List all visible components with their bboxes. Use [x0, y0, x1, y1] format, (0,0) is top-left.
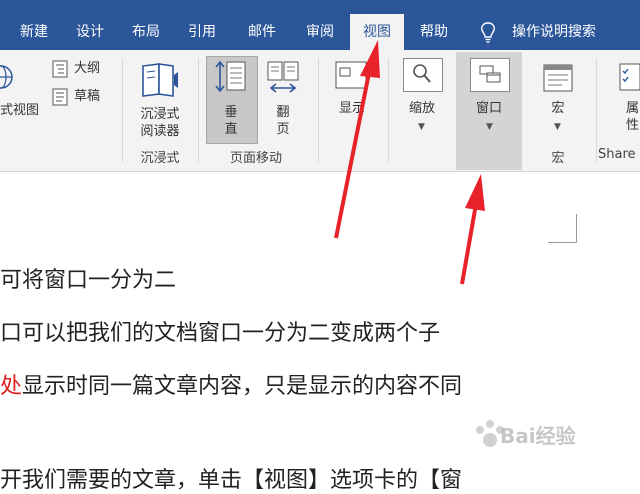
ribbon-tab-bar: 新建 设计 布局 引用 邮件 审阅 视图 帮助 操作说明搜索	[0, 0, 640, 50]
outline-button[interactable]: 大纲	[74, 60, 100, 77]
macro-icon	[543, 64, 573, 92]
tell-me-search[interactable]: 操作说明搜索	[512, 0, 596, 50]
window-icon	[479, 65, 501, 83]
immersive-reader-label-2: 阅读器	[140, 124, 180, 139]
group-separator	[596, 58, 597, 162]
immersive-reader-button[interactable]: 沉浸式 阅读器	[130, 106, 190, 140]
group-separator	[122, 58, 123, 162]
tab-design[interactable]: 设计	[66, 0, 114, 50]
draft-icon	[52, 88, 68, 106]
doc-line-2: 口可以把我们的文档窗口一分为二变成两个子	[0, 321, 441, 346]
vertical-label-2: 直	[224, 122, 238, 137]
group-label-share: Share	[598, 147, 636, 162]
tab-review[interactable]: 审阅	[296, 0, 344, 50]
properties-label-1: 属	[626, 101, 640, 116]
group-separator	[318, 58, 319, 162]
show-button[interactable]: 显示	[330, 100, 374, 117]
page-margin-corner	[548, 214, 577, 243]
outline-icon	[52, 60, 68, 78]
macro-dropdown-caret: ▼	[554, 122, 561, 132]
flip-button[interactable]: 翻 页	[260, 104, 306, 138]
group-separator	[388, 58, 389, 162]
vertical-scroll-icon	[215, 60, 246, 93]
flip-label-1: 翻	[276, 105, 290, 120]
group-label-page-move: 页面移动	[229, 151, 282, 166]
properties-label-2: 性	[626, 118, 640, 133]
properties-icon	[619, 63, 640, 91]
web-layout-button[interactable]: 式视图	[0, 102, 46, 119]
draft-button[interactable]: 草稿	[74, 88, 100, 105]
macro-button[interactable]: 宏	[536, 100, 580, 117]
group-label-immersive: 沉浸式	[140, 151, 180, 166]
watermark-text: Bai经验	[500, 424, 576, 448]
flip-label-2: 页	[276, 122, 290, 137]
immersive-reader-label-1: 沉浸式	[140, 107, 180, 122]
tab-references[interactable]: 引用	[178, 0, 226, 50]
properties-button[interactable]: 属 性	[626, 100, 640, 134]
web-layout-icon	[0, 65, 13, 89]
immersive-reader-icon	[142, 63, 178, 97]
tab-new[interactable]: 新建	[10, 0, 58, 50]
vertical-label-1: 垂	[224, 105, 238, 120]
tab-help[interactable]: 帮助	[410, 0, 458, 50]
tab-layout[interactable]: 布局	[122, 0, 170, 50]
doc-line-1: 可将窗口一分为二	[0, 268, 177, 293]
lightbulb-icon	[481, 22, 495, 43]
vertical-label: 垂 直	[206, 104, 256, 138]
side-to-side-icon	[267, 61, 299, 93]
ribbon-view: 式视图 大纲 草稿 沉浸式 阅读器 沉浸式 垂 直 翻 页 页面移动 显示 缩放…	[0, 50, 640, 172]
tab-view[interactable]: 视图	[350, 14, 404, 50]
tab-mailings[interactable]: 邮件	[238, 0, 286, 50]
zoom-button[interactable]: 缩放	[398, 100, 446, 117]
doc-line-3-rest: 显示时同一篇文章内容，只是显示的内容不同	[22, 374, 463, 399]
zoom-icon	[413, 64, 431, 83]
show-icon	[335, 61, 367, 89]
highlighted-char: 处	[0, 374, 23, 399]
group-separator	[198, 58, 199, 162]
group-label-macro: 宏	[551, 151, 565, 166]
window-dropdown-caret: ▼	[486, 122, 493, 132]
doc-line-3: 处显示时同一篇文章内容，只是显示的内容不同	[0, 368, 462, 400]
zoom-dropdown-caret: ▼	[418, 122, 425, 132]
doc-line-4: 开我们需要的文章，单击【视图】选项卡的【窗	[0, 468, 463, 493]
window-label: 窗口	[475, 101, 502, 116]
